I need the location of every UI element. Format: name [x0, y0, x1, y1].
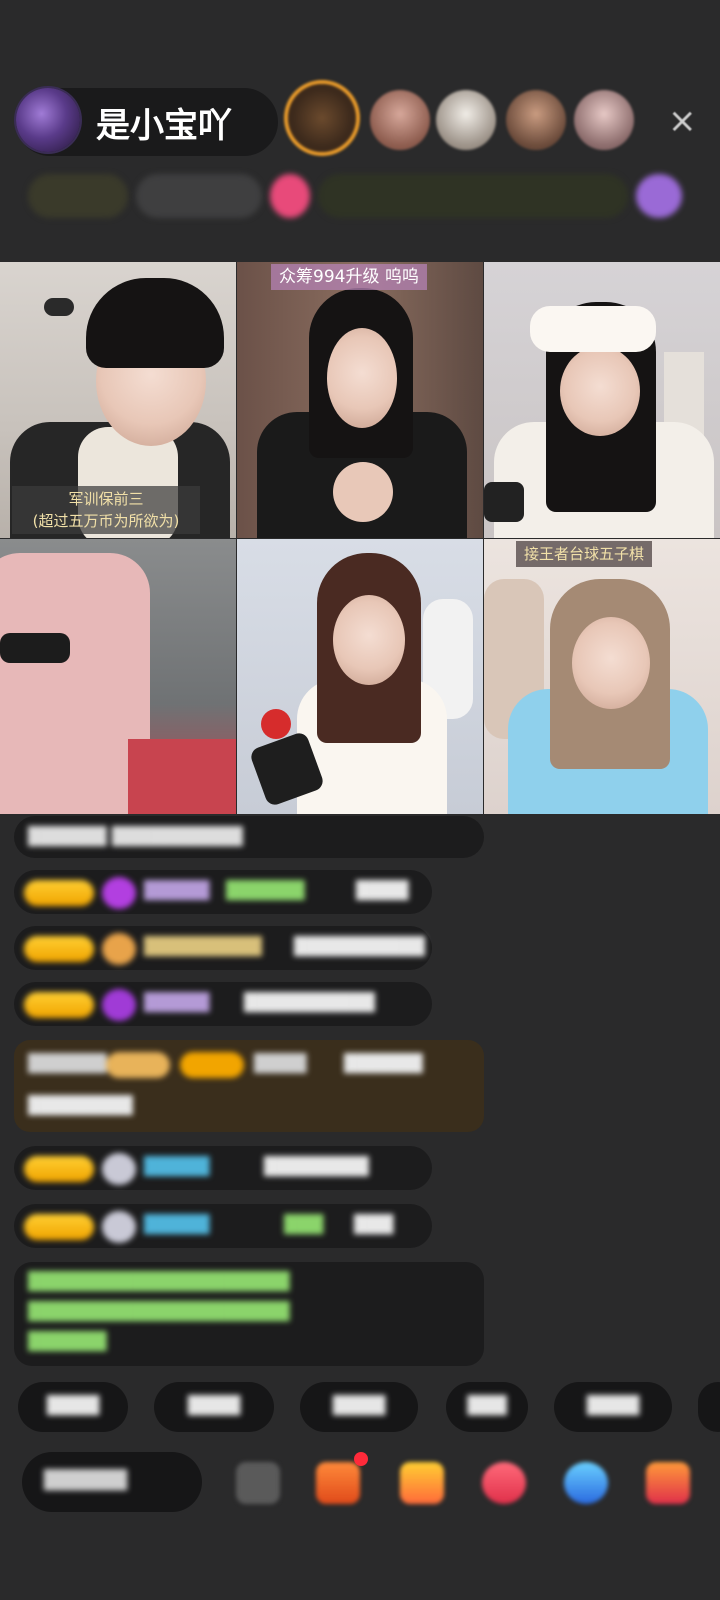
quick-reply-pill[interactable]: ████	[554, 1382, 672, 1432]
viewer-avatar-icon[interactable]	[574, 90, 634, 150]
tile-label-line: 军训保前三	[68, 490, 144, 508]
gift-bag-icon[interactable]	[400, 1462, 444, 1504]
chat-message[interactable]: █████ ███ ███	[14, 1204, 432, 1248]
tile-label-line: (超过五万币为所欲为)	[32, 512, 180, 530]
video-tile[interactable]: 接王者台球五子棋	[484, 539, 720, 814]
task-tag[interactable]	[318, 174, 628, 218]
viewer-avatar-icon[interactable]	[436, 90, 496, 150]
quick-reply-pill[interactable]: ████	[18, 1382, 128, 1432]
more-gifts-icon[interactable]	[646, 1462, 690, 1504]
video-tile[interactable]	[237, 539, 483, 814]
tile-label: 众筹994升级 呜呜	[271, 264, 427, 290]
video-tile[interactable]: 众筹994升级 呜呜	[237, 262, 483, 538]
chat-message[interactable]: ██████ ██████████	[14, 816, 484, 858]
chat-message[interactable]: █████ ████████	[14, 1146, 432, 1190]
hot-tag[interactable]	[136, 174, 262, 218]
host-avatar-icon[interactable]	[16, 88, 80, 152]
quick-reply-pill[interactable]: ████	[300, 1382, 418, 1432]
gift-box-icon[interactable]	[316, 1462, 360, 1504]
viewer-avatar-icon[interactable]	[288, 84, 356, 152]
chat-input[interactable]: ██████	[22, 1452, 202, 1512]
close-icon[interactable]: ×	[668, 104, 697, 138]
video-tile[interactable]	[0, 539, 236, 814]
rank-tag[interactable]	[28, 174, 128, 218]
notification-dot-icon	[354, 1452, 368, 1466]
host-name: 是小宝吖	[96, 106, 232, 146]
tile-label-line: 接王者台球五子棋	[524, 545, 645, 563]
video-tile[interactable]	[484, 262, 720, 538]
chat-message[interactable]: █████ ██████ ████	[14, 870, 432, 914]
fan-club-icon[interactable]	[270, 174, 310, 218]
chat-system-message[interactable]: ██████ ████ ██████ ████████	[14, 1040, 484, 1132]
video-tile[interactable]: 军训保前三 (超过五万币为所欲为)	[0, 262, 236, 538]
tile-label: 接王者台球五子棋	[516, 541, 653, 567]
multi-guest-video-grid: 军训保前三 (超过五万币为所欲为) 众筹994升级 呜呜 接王者台球五子棋	[0, 262, 720, 814]
chat-message[interactable]: █████████ ██████████	[14, 926, 432, 970]
chat-announcement[interactable]: ████████████████████ ███████████████████…	[14, 1262, 484, 1366]
game-icon[interactable]	[564, 1462, 608, 1504]
activity-icon[interactable]	[636, 174, 682, 218]
tile-label-line: 众筹994升级 呜呜	[279, 267, 419, 287]
quick-reply-pill[interactable]: ███	[446, 1382, 528, 1432]
tile-label: 军训保前三 (超过五万币为所欲为)	[12, 486, 200, 534]
quick-reply-pill[interactable]	[698, 1382, 720, 1432]
viewer-avatar-icon[interactable]	[506, 90, 566, 150]
emoji-icon[interactable]	[236, 1462, 280, 1504]
quick-reply-pill[interactable]: ████	[154, 1382, 274, 1432]
viewer-avatar-icon[interactable]	[370, 90, 430, 150]
chat-message[interactable]: █████ ██████████	[14, 982, 432, 1026]
red-envelope-icon[interactable]	[482, 1462, 526, 1504]
